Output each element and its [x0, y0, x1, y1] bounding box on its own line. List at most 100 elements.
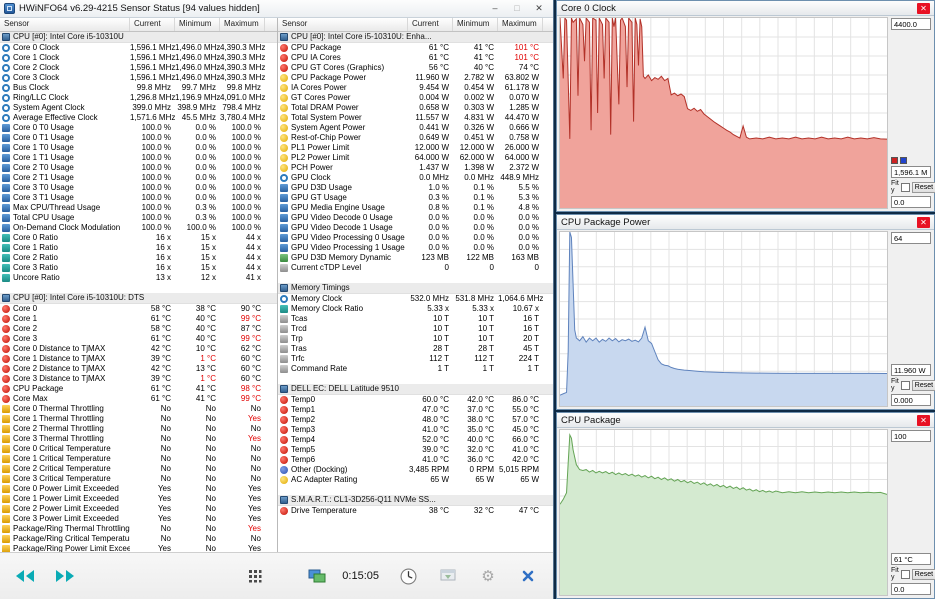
sensor-row[interactable]: Total System Power 11.557 W 4.831 W 44.470 … — [278, 113, 553, 123]
sensor-row[interactable]: Total CPU Usage 100.0 % 0.3 % 100.0 % — [0, 213, 277, 223]
graph-titlebar[interactable]: CPU Package ✕ — [557, 413, 934, 428]
fit-y-checkbox[interactable] — [900, 182, 910, 192]
graph-titlebar[interactable]: Core 0 Clock ✕ — [557, 1, 934, 16]
sensor-row[interactable]: Core 2 Critical Temperature No No No — [0, 464, 277, 474]
sensor-row[interactable]: Memory Clock Ratio 5.33 x 5.33 x 10.67 x — [278, 304, 553, 314]
y-min-input[interactable] — [891, 196, 931, 208]
sensor-row[interactable]: GPU Video Processing 1 Usage 0.0 % 0.0 % 0.… — [278, 243, 553, 253]
sensor-row[interactable]: GPU D3D Memory Dynamic 123 MB 122 MB 163 MB — [278, 253, 553, 263]
sensor-row[interactable]: Core 1 Clock 1,596.1 MHz 1,496.0 MHz 4,390.… — [0, 53, 277, 63]
sensor-group-row[interactable]: CPU [#0]: Intel Core i5-10310U: Enha... — [278, 32, 553, 43]
sensor-row[interactable]: Core 0 T0 Usage 100.0 % 0.0 % 100.0 % — [0, 123, 277, 133]
sensor-row[interactable]: Temp0 60.0 °C 42.0 °C 86.0 °C — [278, 395, 553, 405]
reset-button[interactable]: Reset — [911, 181, 935, 193]
sensor-row[interactable]: On-Demand Clock Modulation 100.0 % 100.0 %… — [0, 223, 277, 233]
sensor-row[interactable]: Core 2 Power Limit Exceeded Yes No Yes — [0, 504, 277, 514]
sensor-row[interactable]: Core 3 Thermal Throttling No No Yes — [0, 434, 277, 444]
sensor-row[interactable]: IA Cores Power 9.454 W 0.454 W 61.178 W — [278, 83, 553, 93]
sensor-row[interactable]: Core 1 T1 Usage 100.0 % 0.0 % 100.0 % — [0, 153, 277, 163]
sensor-row[interactable]: Ring/LLC Clock 1,296.8 MHz 1,196.9 MHz 4,09… — [0, 93, 277, 103]
y-max-input[interactable] — [891, 18, 931, 30]
sensor-row[interactable]: Package/Ring Thermal Throttling No No Yes — [0, 524, 277, 534]
sensor-row[interactable]: Core 1 Ratio 16 x 15 x 44 x — [0, 243, 277, 253]
sensor-row[interactable]: GPU D3D Usage 1.0 % 0.1 % 5.5 % — [278, 183, 553, 193]
sensor-row[interactable]: Core 2 58 °C 40 °C 87 °C — [0, 324, 277, 334]
titlebar[interactable]: HWiNFO64 v6.29-4215 Sensor Status [94 va… — [0, 0, 553, 18]
sensor-row[interactable]: Command Rate 1 T 1 T 1 T — [278, 364, 553, 374]
sensor-row[interactable]: Core 3 61 °C 40 °C 99 °C — [0, 334, 277, 344]
sensor-row[interactable]: Current cTDP Level 0 0 0 — [278, 263, 553, 273]
sensor-row[interactable]: Total DRAM Power 0.658 W 0.303 W 1.285 W — [278, 103, 553, 113]
column-maximum[interactable]: Maximum — [498, 18, 543, 31]
column-minimum[interactable]: Minimum — [175, 18, 220, 31]
sensor-row[interactable]: Trcd 10 T 10 T 16 T — [278, 324, 553, 334]
sensor-row[interactable]: Core 2 Distance to TjMAX 42 °C 13 °C 60 °C — [0, 364, 277, 374]
sensor-row[interactable]: Temp1 47.0 °C 37.0 °C 55.0 °C — [278, 405, 553, 415]
sensor-row[interactable]: GPU Clock 0.0 MHz 0.0 MHz 448.9 MHz — [278, 173, 553, 183]
close-button[interactable]: ✕ — [529, 2, 549, 15]
sensor-row[interactable]: Uncore Ratio 13 x 12 x 41 x — [0, 273, 277, 283]
sensor-row[interactable]: CPU Package Power 11.960 W 2.782 W 63.802 W — [278, 73, 553, 83]
sensor-row[interactable]: Core 0 Power Limit Exceeded Yes No Yes — [0, 484, 277, 494]
sensor-row[interactable]: Core 0 Critical Temperature No No No — [0, 444, 277, 454]
sensor-row[interactable]: CPU IA Cores 61 °C 41 °C 101 °C — [278, 53, 553, 63]
column-sensor[interactable]: Sensor — [278, 18, 408, 31]
sensor-row[interactable]: System Agent Clock 399.0 MHz 398.9 MHz 798.… — [0, 103, 277, 113]
sensor-row[interactable]: Core 3 T1 Usage 100.0 % 0.0 % 100.0 % — [0, 193, 277, 203]
sensor-group-row[interactable]: CPU [#0]: Intel Core i5-10310U — [0, 32, 277, 43]
sensor-group-row[interactable]: Memory Timings — [278, 283, 553, 294]
sensor-row[interactable]: CPU GT Cores (Graphics) 56 °C 40 °C 74 °C — [278, 63, 553, 73]
close-icon[interactable]: ✕ — [917, 216, 930, 228]
minimize-button[interactable]: – — [485, 2, 505, 15]
column-sensor[interactable]: Sensor — [0, 18, 130, 31]
sensor-row[interactable]: Core 1 Thermal Throttling No No Yes — [0, 414, 277, 424]
sensor-row[interactable]: Package/Ring Critical Temperature No No No — [0, 534, 277, 544]
sensor-row[interactable]: Core 1 61 °C 40 °C 99 °C — [0, 314, 277, 324]
clock-button[interactable] — [389, 561, 427, 591]
sensor-row[interactable]: Drive Temperature 38 °C 32 °C 47 °C — [278, 506, 553, 516]
sensor-row[interactable]: Tras 28 T 28 T 45 T — [278, 344, 553, 354]
sensor-row[interactable]: Core 3 Ratio 16 x 15 x 44 x — [0, 263, 277, 273]
monitoring-windows-button[interactable] — [298, 561, 336, 591]
sensor-row[interactable]: Trfc 112 T 112 T 224 T — [278, 354, 553, 364]
close-icon[interactable]: ✕ — [917, 2, 930, 14]
reset-button[interactable]: Reset — [911, 379, 935, 391]
sensor-group-row[interactable]: S.M.A.R.T.: CL1-3D256-Q11 NVMe SS... — [278, 495, 553, 506]
sensor-row[interactable]: Core 3 Power Limit Exceeded Yes No Yes — [0, 514, 277, 524]
sensor-row[interactable]: AC Adapter Rating 65 W 65 W 65 W — [278, 475, 553, 485]
sensor-row[interactable]: PL1 Power Limit 12.000 W 12.000 W 26.000 W — [278, 143, 553, 153]
exit-button[interactable] — [509, 561, 547, 591]
y-min-input[interactable] — [891, 394, 931, 406]
sensor-row[interactable]: Core 3 Distance to TjMAX 39 °C 1 °C 60 °C — [0, 374, 277, 384]
sensor-row[interactable]: Core 2 Ratio 16 x 15 x 44 x — [0, 253, 277, 263]
sensor-row[interactable]: Core 0 Clock 1,596.1 MHz 1,496.0 MHz 4,390.… — [0, 43, 277, 53]
sensor-row[interactable]: GPU Video Decode 1 Usage 0.0 % 0.0 % 0.0 % — [278, 223, 553, 233]
sensor-row[interactable]: Temp6 41.0 °C 36.0 °C 42.0 °C — [278, 455, 553, 465]
column-current[interactable]: Current — [130, 18, 175, 31]
sensor-row[interactable]: Temp4 52.0 °C 40.0 °C 66.0 °C — [278, 435, 553, 445]
column-maximum[interactable]: Maximum — [220, 18, 265, 31]
sensor-row[interactable]: Max CPU/Thread Usage 100.0 % 0.3 % 100.0 % — [0, 203, 277, 213]
sensor-row[interactable]: GPU Video Processing 0 Usage 0.0 % 0.0 % 0.… — [278, 233, 553, 243]
sensor-row[interactable]: Average Effective Clock 1,571.6 MHz 45.5 M… — [0, 113, 277, 123]
sensor-row[interactable]: Core 2 T0 Usage 100.0 % 0.0 % 100.0 % — [0, 163, 277, 173]
sensor-row[interactable]: Temp3 41.0 °C 35.0 °C 45.0 °C — [278, 425, 553, 435]
close-icon[interactable]: ✕ — [917, 414, 930, 426]
sensor-row[interactable]: Core 1 Distance to TjMAX 39 °C 1 °C 60 °C — [0, 354, 277, 364]
history-forward-button[interactable] — [46, 561, 84, 591]
reset-button[interactable]: Reset — [911, 568, 935, 580]
sensor-row[interactable]: Temp5 39.0 °C 32.0 °C 41.0 °C — [278, 445, 553, 455]
sensor-row[interactable]: Core 0 Ratio 16 x 15 x 44 x — [0, 233, 277, 243]
sensor-row[interactable]: GPU GT Usage 0.3 % 0.1 % 5.3 % — [278, 193, 553, 203]
sensor-row[interactable]: Trp 10 T 10 T 20 T — [278, 334, 553, 344]
sensor-row[interactable]: Package/Ring Power Limit Exceeded Yes No Ye… — [0, 544, 277, 552]
sensor-row[interactable]: Tcas 10 T 10 T 16 T — [278, 314, 553, 324]
sensor-row[interactable]: CPU Package 61 °C 41 °C 98 °C — [0, 384, 277, 394]
sensor-row[interactable]: Other (Docking) 3,485 RPM 0 RPM 5,015 RPM — [278, 465, 553, 475]
layout-grid-button[interactable] — [236, 561, 274, 591]
logging-button[interactable] — [429, 561, 467, 591]
column-minimum[interactable]: Minimum — [453, 18, 498, 31]
fit-y-checkbox[interactable] — [900, 569, 910, 579]
sensor-row[interactable]: PCH Power 1.437 W 1.398 W 2.372 W — [278, 163, 553, 173]
graph-titlebar[interactable]: CPU Package Power ✕ — [557, 215, 934, 230]
